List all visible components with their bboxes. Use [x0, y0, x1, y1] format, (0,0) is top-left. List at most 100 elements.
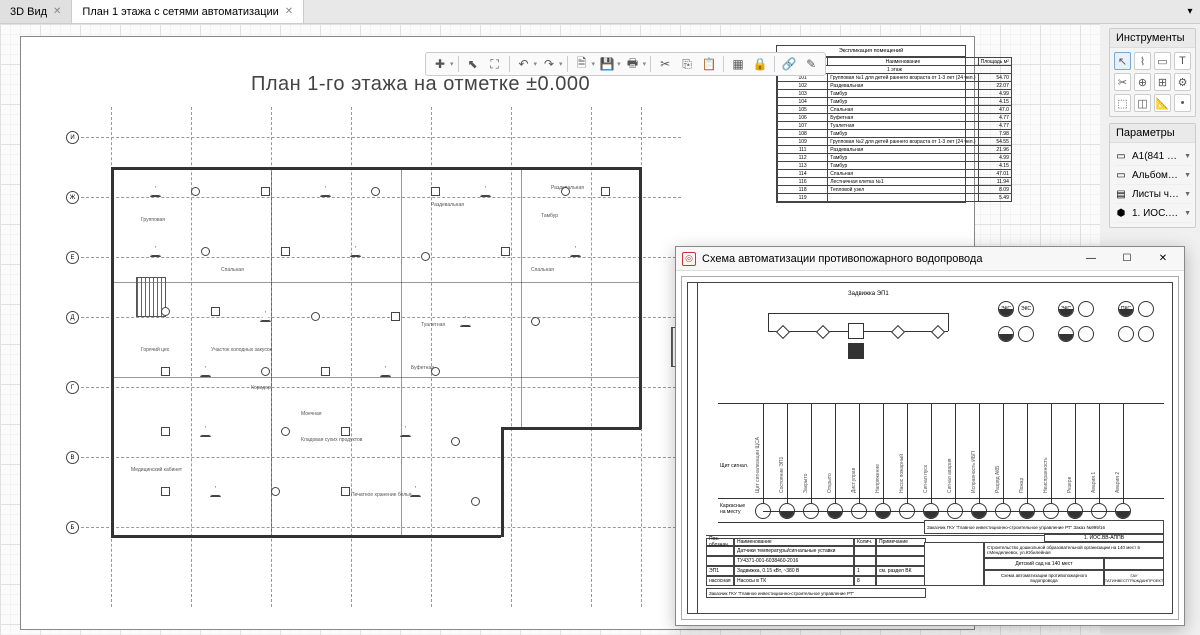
spec-cell: Задвижка, 0.15 кВт, ~380 В — [734, 566, 854, 576]
table-row: 108Тамбур7.98 — [778, 130, 1012, 138]
column-label: Авария 1 — [1091, 408, 1097, 493]
param-row[interactable]: ▭ A1(841 x 594) ▼ — [1114, 147, 1191, 166]
param-row[interactable]: ⬢1. ИОС.ВВ-АГ▼ — [1114, 204, 1191, 223]
spec-cell — [876, 556, 926, 566]
document-icon[interactable]: 🗎 — [572, 54, 592, 74]
tabs-bar: 3D Вид ✕ План 1 этажа с сетями автоматиз… — [0, 0, 1200, 24]
pointer-icon[interactable]: ⬉ — [463, 54, 483, 74]
panel-title: Параметры — [1110, 124, 1195, 143]
save-icon[interactable]: 💾 — [597, 54, 617, 74]
device-symbol — [341, 487, 350, 496]
tool-button[interactable]: ⊞ — [1154, 73, 1171, 91]
column-label: Напряжение — [875, 408, 881, 493]
redo-icon[interactable]: ↷ — [539, 54, 559, 74]
room-label: Спальная — [531, 267, 554, 273]
device-symbol — [191, 187, 200, 196]
main-toolbar: ✚▾ ⬉ ⛶ ↶▾ ↷▾ 🗎▾ 💾▾ 🖶▾ ✂ ⎘ 📋 ▦ 🔒 🔗 ✎ — [425, 52, 826, 76]
room-label: Групповая — [141, 217, 165, 223]
tool-button[interactable]: ⚙ — [1174, 73, 1191, 91]
cut-icon[interactable]: ✂ — [655, 54, 675, 74]
copy-icon[interactable]: ⎘ — [677, 54, 697, 74]
param-row[interactable]: ▭Альбомная▼ — [1114, 166, 1191, 185]
tool-button[interactable]: 📐 — [1154, 94, 1171, 112]
spec-cell — [854, 556, 876, 566]
table-row: 103Тамбур4.99 — [778, 90, 1012, 98]
add-icon[interactable]: ✚ — [430, 54, 450, 74]
device-symbol — [161, 427, 170, 436]
device-symbol — [271, 487, 280, 496]
table-row: 113Тамбур4.15 — [778, 162, 1012, 170]
column-label: Пожар — [1019, 408, 1025, 493]
lock-icon[interactable]: 🔒 — [750, 54, 770, 74]
tool-button[interactable]: • — [1174, 94, 1191, 112]
param-icon: ▭ — [1114, 149, 1128, 163]
device-symbol — [431, 367, 440, 376]
tab-3d-view[interactable]: 3D Вид ✕ — [0, 0, 72, 23]
column-label: Сигнал пуск — [923, 408, 929, 493]
spec-cell: насосная — [706, 576, 734, 586]
column-label: Авария 2 — [1115, 408, 1121, 493]
tool-button[interactable]: ↖ — [1114, 52, 1131, 70]
label: Каркасные на месту — [720, 503, 750, 515]
device-symbol — [161, 307, 170, 316]
device-symbol — [391, 312, 400, 321]
tool-button[interactable]: ◫ — [1134, 94, 1151, 112]
panel-title: Инструменты — [1110, 29, 1195, 48]
paste-icon[interactable]: 📋 — [699, 54, 719, 74]
popup-titlebar[interactable]: ◎ Схема автоматизации противопожарного в… — [676, 247, 1184, 271]
tool-button[interactable]: ⌇ — [1134, 52, 1151, 70]
param-label: A1(841 x 594) — [1132, 151, 1180, 162]
room-label: Горячий цех — [141, 347, 169, 353]
table-row: 109Групповая №2 для детей раннего возрас… — [778, 138, 1012, 146]
chevron-down-icon: ▼ — [1184, 191, 1191, 198]
popup-window[interactable]: ◎ Схема автоматизации противопожарного в… — [675, 246, 1185, 626]
link-icon[interactable]: 🔗 — [779, 54, 799, 74]
minimize-button[interactable]: — — [1076, 249, 1106, 269]
table-row: 104Тамбур4.15 — [778, 98, 1012, 106]
tool-button[interactable]: ▭ — [1154, 52, 1171, 70]
grid-bubble: Д — [66, 311, 79, 324]
node: ЭКС — [1058, 301, 1074, 317]
popup-title: Схема автоматизации противопожарного вод… — [702, 253, 1070, 265]
device-symbol — [261, 367, 270, 376]
params-panel: Параметры ▭A1(841 x 594)▼▭Альбомная▼▤Лис… — [1109, 123, 1196, 228]
close-icon[interactable]: ✕ — [285, 6, 293, 17]
close-icon[interactable]: ✕ — [53, 6, 61, 17]
chevron-down-icon: ▼ — [1184, 153, 1191, 160]
label: Щит сигнал. — [720, 463, 750, 469]
node: ЭКС — [1018, 301, 1034, 317]
grid-bubble: Г — [66, 381, 79, 394]
tab-plan-1-floor[interactable]: План 1 этажа с сетями автоматизации ✕ — [72, 0, 304, 23]
schematic-mid: Каркасные на месту Щит сигнал. Щит сигна… — [718, 403, 1164, 523]
device-symbol — [421, 252, 430, 261]
view-icon[interactable]: ▦ — [728, 54, 748, 74]
pan-icon[interactable]: ⛶ — [485, 54, 505, 74]
device-symbol — [341, 427, 350, 436]
device-symbol — [371, 187, 380, 196]
close-button[interactable]: ✕ — [1148, 249, 1178, 269]
tool-button[interactable]: ⬚ — [1114, 94, 1131, 112]
device-symbol — [211, 307, 220, 316]
tabs-more-button[interactable]: ▾ — [1180, 0, 1200, 23]
grid-bubble: Ж — [66, 191, 79, 204]
device-symbol — [431, 187, 440, 196]
spec-cell — [706, 556, 734, 566]
tool-button[interactable]: ⊕ — [1134, 73, 1151, 91]
device-symbol — [321, 367, 330, 376]
label: Задвижка ЭП1 — [848, 291, 889, 297]
room-label: Печатное хранение белья — [351, 492, 411, 498]
tool-button[interactable]: T — [1174, 52, 1191, 70]
undo-icon[interactable]: ↶ — [514, 54, 534, 74]
maximize-button[interactable]: ☐ — [1112, 249, 1142, 269]
tool-button[interactable]: ✂ — [1114, 73, 1131, 91]
param-row[interactable]: ▤Листы чертеж▼ — [1114, 185, 1191, 204]
wand-icon[interactable]: ✎ — [801, 54, 821, 74]
floor-plan: И Ж Е Д Г В Б Спальная Групповая — [101, 127, 661, 587]
device-symbol — [531, 317, 540, 326]
room-label: Участок холодных закусок — [211, 347, 272, 353]
param-label: Альбомная — [1132, 170, 1180, 181]
spec-cell — [706, 546, 734, 556]
print-icon[interactable]: 🖶 — [623, 54, 643, 74]
param-label: Листы чертеж — [1132, 189, 1180, 200]
table-row: 118Тепловой узел8.09 — [778, 186, 1012, 194]
